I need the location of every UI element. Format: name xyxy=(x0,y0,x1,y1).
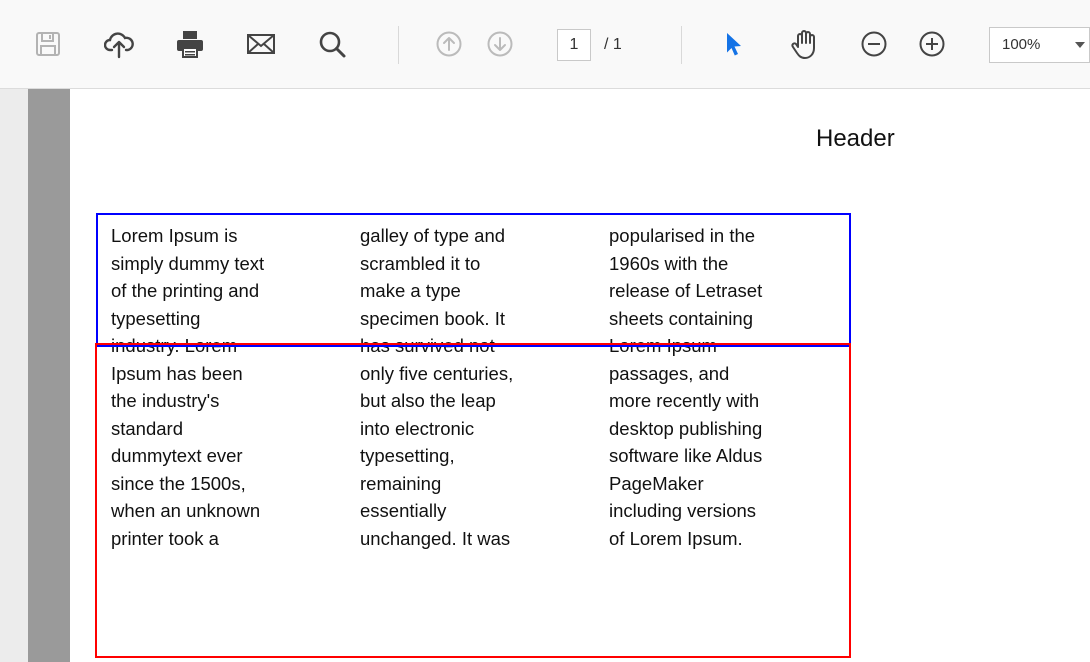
print-icon[interactable] xyxy=(172,26,208,62)
left-gutter xyxy=(0,89,28,662)
zoom-in-icon[interactable] xyxy=(914,26,950,62)
select-arrow-icon[interactable] xyxy=(715,26,751,62)
hand-tool-icon[interactable] xyxy=(787,26,823,62)
toolbar-separator xyxy=(398,26,399,64)
page-total: / 1 xyxy=(604,36,622,53)
red-highlight-box xyxy=(95,343,851,658)
next-page-icon[interactable] xyxy=(482,26,518,62)
search-icon[interactable] xyxy=(314,26,350,62)
zoom-select[interactable]: 100% xyxy=(989,27,1090,63)
chevron-down-icon xyxy=(1075,42,1085,48)
toolbar: 1 / 1 100% xyxy=(0,0,1090,89)
zoom-out-icon[interactable] xyxy=(856,26,892,62)
zoom-value: 100% xyxy=(1002,36,1041,53)
toolbar-separator xyxy=(681,26,682,64)
page-edge-bar xyxy=(28,89,70,662)
page-number-input[interactable]: 1 xyxy=(557,29,591,61)
upload-cloud-icon[interactable] xyxy=(101,26,137,62)
blue-highlight-box xyxy=(96,213,851,347)
email-icon[interactable] xyxy=(243,26,279,62)
previous-page-icon[interactable] xyxy=(431,26,467,62)
save-icon[interactable] xyxy=(30,26,66,62)
page-header-text: Header xyxy=(816,125,895,152)
